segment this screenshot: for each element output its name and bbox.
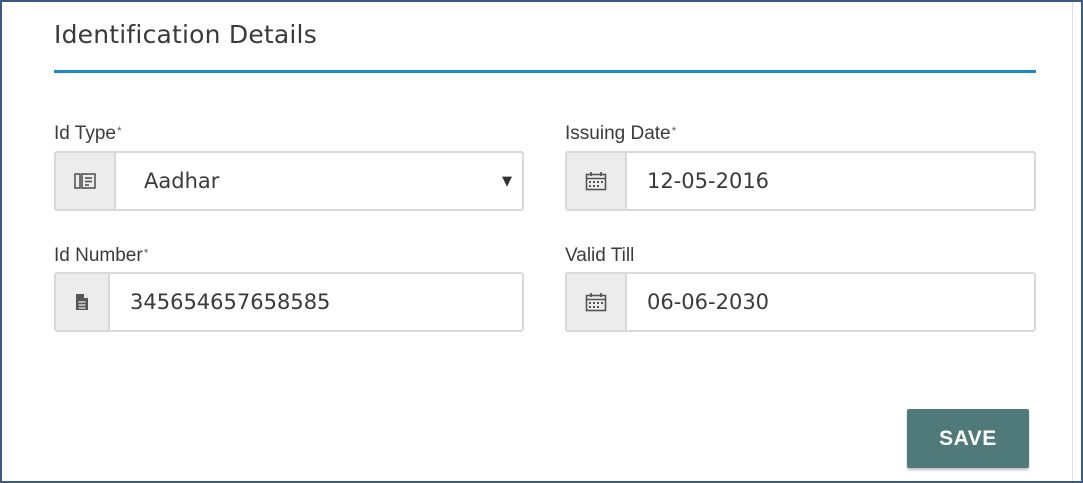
id-number-addon [56,274,110,330]
issuing-date-field[interactable]: 12-05-2016 [565,151,1036,211]
id-type-select[interactable]: Aadhar ▼ [54,151,524,211]
id-type-value: Aadhar [144,169,220,193]
issuing-date-label: Issuing Date* [565,123,676,145]
issuing-date-value[interactable]: 12-05-2016 [627,153,1034,209]
required-mark: * [143,246,149,260]
panel-edge [1072,2,1073,481]
id-type-label-text: Id Type [54,123,116,144]
id-type-addon [56,153,116,209]
id-number-label-text: Id Number [54,245,143,266]
valid-till-field[interactable]: 06-06-2030 [565,272,1036,332]
valid-till-label-text: Valid Till [565,245,635,266]
id-type-label: Id Type* [54,123,122,145]
id-card-icon [74,173,96,189]
id-number-field[interactable]: 345654657658585 [54,272,524,332]
title-divider [54,70,1036,73]
id-type-select-value[interactable]: Aadhar ▼ [116,153,522,209]
required-mark: * [671,124,677,138]
save-button[interactable]: SAVE [907,409,1029,468]
section-title: Identification Details [54,20,317,49]
valid-till-value[interactable]: 06-06-2030 [627,274,1034,330]
calendar-icon [585,172,607,191]
issuing-date-addon[interactable] [567,153,627,209]
id-number-value[interactable]: 345654657658585 [110,274,522,330]
form-panel: Identification Details Id Type* Aadhar ▼… [0,0,1083,483]
issuing-date-label-text: Issuing Date [565,123,671,144]
id-number-label: Id Number* [54,245,148,267]
calendar-icon [585,293,607,312]
chevron-down-icon[interactable]: ▼ [502,174,512,189]
required-mark: * [116,124,122,138]
valid-till-label: Valid Till [565,245,634,267]
document-icon [76,294,88,310]
valid-till-addon[interactable] [567,274,627,330]
